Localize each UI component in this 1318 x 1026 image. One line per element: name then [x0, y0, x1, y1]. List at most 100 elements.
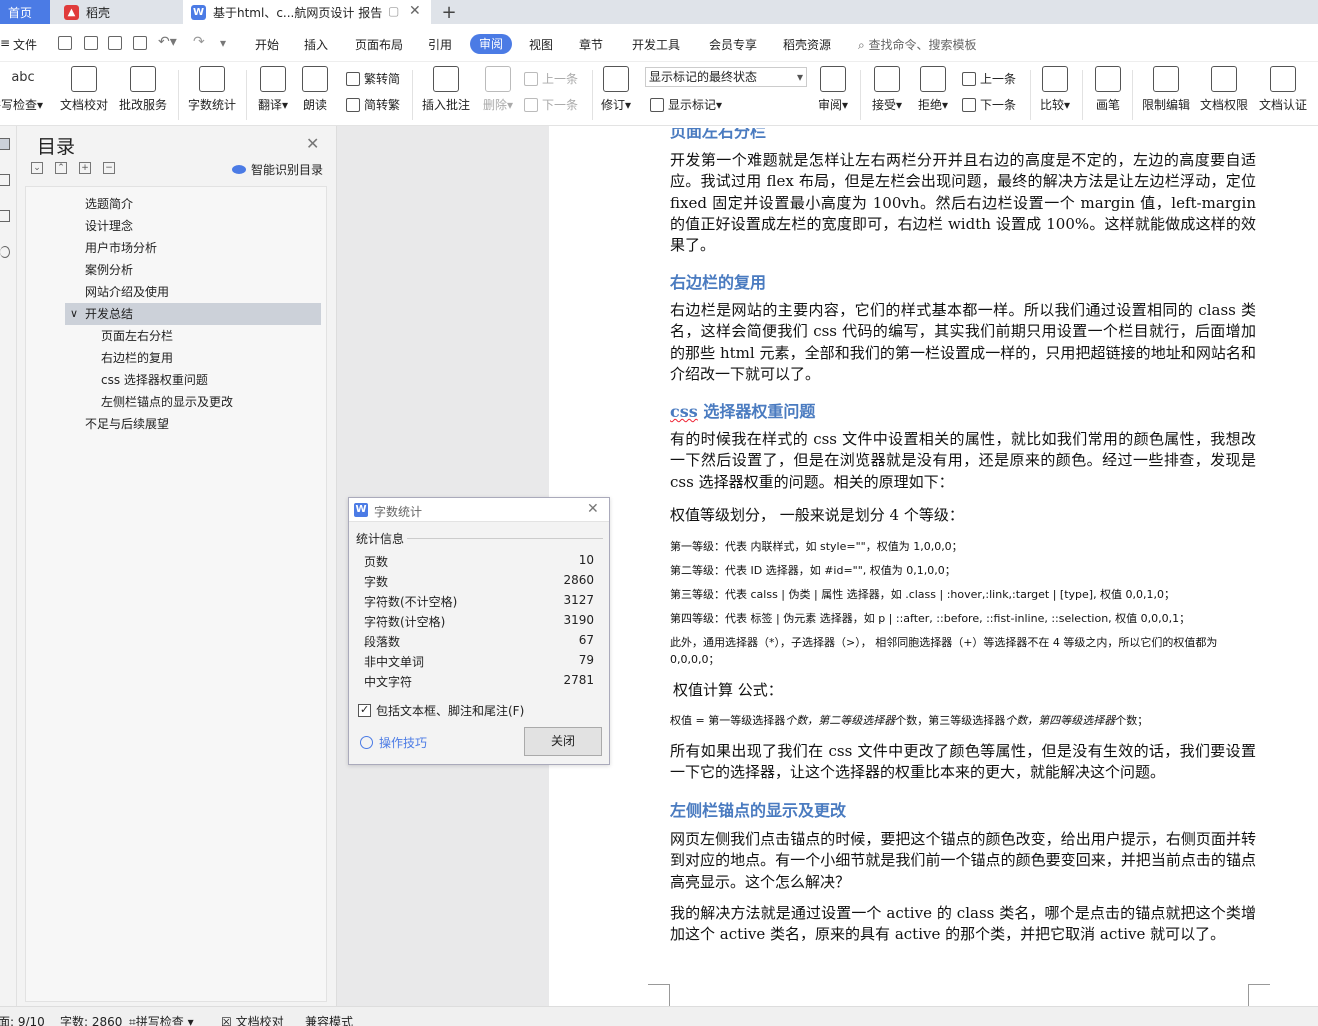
spell-check-status[interactable]: ⌗拼写检查 ▾	[129, 1013, 194, 1026]
tips-link[interactable]: 操作技巧	[360, 734, 427, 751]
toc-item[interactable]: 设计理念	[85, 215, 133, 237]
doc-auth-button[interactable]: 文档认证	[1257, 66, 1309, 113]
add-toc-icon[interactable]: +	[79, 162, 91, 174]
simp-to-trad-button[interactable]: 简转繁	[346, 96, 400, 113]
next-change-button[interactable]: 下一条	[962, 96, 1016, 113]
toc-item[interactable]: css 选择器权重问题	[101, 369, 208, 391]
search-command[interactable]: ⌕ 查找命令、搜索模板	[858, 36, 977, 53]
tab-daoke[interactable]: ▲ 稻壳	[56, 0, 178, 24]
doc-proof-status[interactable]: ☒ 文档校对	[221, 1013, 284, 1026]
print-preview-icon[interactable]	[133, 36, 147, 50]
export-pdf-icon[interactable]	[84, 36, 98, 50]
compare-button[interactable]: 比较▾	[1036, 66, 1074, 113]
prev-change-button[interactable]: 上一条	[962, 70, 1016, 87]
menu-review[interactable]: 审阅	[470, 34, 512, 54]
menu-hamburger-icon[interactable]: ≡	[0, 36, 10, 50]
toc-item-selected[interactable]: 开发总结	[85, 303, 133, 325]
dialog-titlebar[interactable]: W 字数统计 ✕	[349, 498, 609, 522]
toc-pane-icon[interactable]	[0, 138, 10, 150]
thumbnail-icon[interactable]	[0, 174, 10, 186]
insert-comment-button[interactable]: 插入批注	[420, 66, 472, 113]
toc-item[interactable]: 案例分析	[85, 259, 133, 281]
smart-toc-button[interactable]: 智能识别目录	[232, 161, 323, 178]
review-pane-button[interactable]: 审阅▾	[814, 66, 852, 113]
toc-item[interactable]: 不足与后续展望	[85, 413, 169, 435]
read-aloud-button[interactable]: 朗读	[298, 66, 332, 113]
menu-dev-tools[interactable]: 开发工具	[632, 36, 680, 53]
stat-value: 10	[578, 553, 594, 567]
toc-item[interactable]: 网站介绍及使用	[85, 281, 169, 303]
page-indicator[interactable]: 页面: 9/10	[0, 1013, 45, 1026]
menu-reference[interactable]: 引用	[428, 36, 452, 53]
menu-chapter[interactable]: 章节	[579, 36, 603, 53]
track-changes-button[interactable]: 修订▾	[598, 66, 634, 113]
close-button[interactable]: 关闭	[524, 727, 602, 756]
markup-mode-select[interactable]: 显示标记的最终状态 ▾	[645, 67, 807, 87]
toc-item[interactable]: 左侧栏锚点的显示及更改	[101, 391, 233, 413]
quick-access-dropdown-icon[interactable]: ▾	[220, 36, 226, 50]
translate-label: 翻译	[257, 98, 282, 112]
chevron-down-icon[interactable]: ∨	[70, 303, 78, 325]
new-tab-button[interactable]: +	[437, 0, 461, 24]
checkbox-checked-icon: ✓	[358, 703, 371, 717]
remove-toc-icon[interactable]: −	[103, 162, 115, 174]
close-icon[interactable]: ✕	[306, 134, 319, 153]
find-icon[interactable]	[0, 246, 10, 258]
smart-eye-icon	[232, 165, 246, 174]
ink-button[interactable]: 画笔	[1092, 66, 1124, 113]
formula-part: 个数；	[1115, 714, 1149, 727]
tab-bar: 首页 ▲ 稻壳 W 基于html、c...航网页设计 报告 ▢ ✕ +	[0, 0, 1318, 24]
markup-mode-value: 显示标记的最终状态	[649, 70, 758, 84]
accept-button[interactable]: 接受▾	[868, 66, 906, 113]
tab-daoke-label: 稻壳	[86, 5, 111, 20]
toc-item[interactable]: 右边栏的复用	[101, 347, 173, 369]
prev-comment-button[interactable]: 上一条	[524, 70, 578, 87]
tab-document[interactable]: W 基于html、c...航网页设计 报告 ▢ ✕	[183, 0, 431, 24]
word-count-dialog: W 字数统计 ✕ 统计信息 页数 10 字数 2860 字符数(不计空格) 3127 …	[348, 497, 610, 765]
expand-icon[interactable]: ⌃	[55, 162, 67, 174]
translate-button[interactable]: 翻译▾	[254, 66, 292, 113]
proof-service-button[interactable]: 批改服务	[116, 66, 170, 113]
dropdown-arrow-icon: ▾	[281, 98, 289, 112]
word-count-indicator[interactable]: 字数: 2860	[60, 1013, 122, 1026]
spell-check-button[interactable]: abc 拼写检查▾	[0, 66, 48, 113]
doc-rights-button[interactable]: 文档权限	[1198, 66, 1250, 113]
prev-comment-label: 上一条	[542, 72, 579, 86]
ribbon-review: abc拼写检查▾ 文档校对 批改服务 字数统计 翻译▾ 朗读 繁转简 简转繁 插…	[0, 62, 1318, 126]
show-markup-button[interactable]: 显示标记 ▾	[650, 96, 722, 113]
stat-value: 2860	[563, 573, 594, 587]
redo-icon[interactable]: ↷	[193, 34, 205, 50]
menu-view[interactable]: 视图	[529, 36, 553, 53]
collapse-icon[interactable]: ⌄	[31, 162, 43, 174]
include-textbox-checkbox[interactable]: ✓ 包括文本框、脚注和尾注(F)	[358, 702, 524, 719]
save-icon[interactable]	[58, 36, 72, 50]
close-icon[interactable]: ✕	[587, 501, 599, 517]
word-count-button[interactable]: 字数统计	[186, 66, 238, 113]
toc-item[interactable]: 页面左右分栏	[101, 325, 173, 347]
menu-insert[interactable]: 插入	[304, 36, 328, 53]
proof-icon: ☒	[221, 1015, 236, 1026]
formula-line: 权值 = 第一等级选择器个数，第二等级选择器个数，第三等级选择器个数，第四等级选…	[670, 712, 1254, 729]
menu-member[interactable]: 会员专享	[709, 36, 757, 53]
menu-start[interactable]: 开始	[255, 36, 279, 53]
undo-icon[interactable]: ↶▾	[158, 34, 177, 50]
print-icon[interactable]	[108, 36, 122, 50]
bookmark-icon[interactable]	[0, 210, 10, 222]
next-comment-button[interactable]: 下一条	[524, 96, 578, 113]
toc-item[interactable]: 用户市场分析	[85, 237, 157, 259]
toc-item[interactable]: 选题简介	[85, 193, 133, 215]
restrict-edit-button[interactable]: 限制编辑	[1140, 66, 1192, 113]
doc-proof-button[interactable]: 文档校对	[58, 66, 110, 113]
menu-file[interactable]: 文件	[13, 36, 37, 53]
menu-page-layout[interactable]: 页面布局	[355, 36, 403, 53]
delete-comment-button[interactable]: 删除▾	[480, 66, 516, 113]
close-tab-icon[interactable]: ✕	[409, 3, 421, 19]
reject-button[interactable]: 拒绝▾	[914, 66, 952, 113]
trad-to-simp-button[interactable]: 繁转简	[346, 70, 400, 87]
prev-change-icon	[962, 71, 976, 86]
menu-daoke-resources[interactable]: 稻壳资源	[783, 36, 831, 53]
paragraph: 权值等级划分， 一般来说是划分 4 个等级：	[670, 506, 964, 524]
tab-home[interactable]: 首页	[0, 0, 50, 24]
pin-icon[interactable]: ▢	[388, 4, 399, 18]
compat-mode-status: 兼容模式	[305, 1015, 354, 1026]
